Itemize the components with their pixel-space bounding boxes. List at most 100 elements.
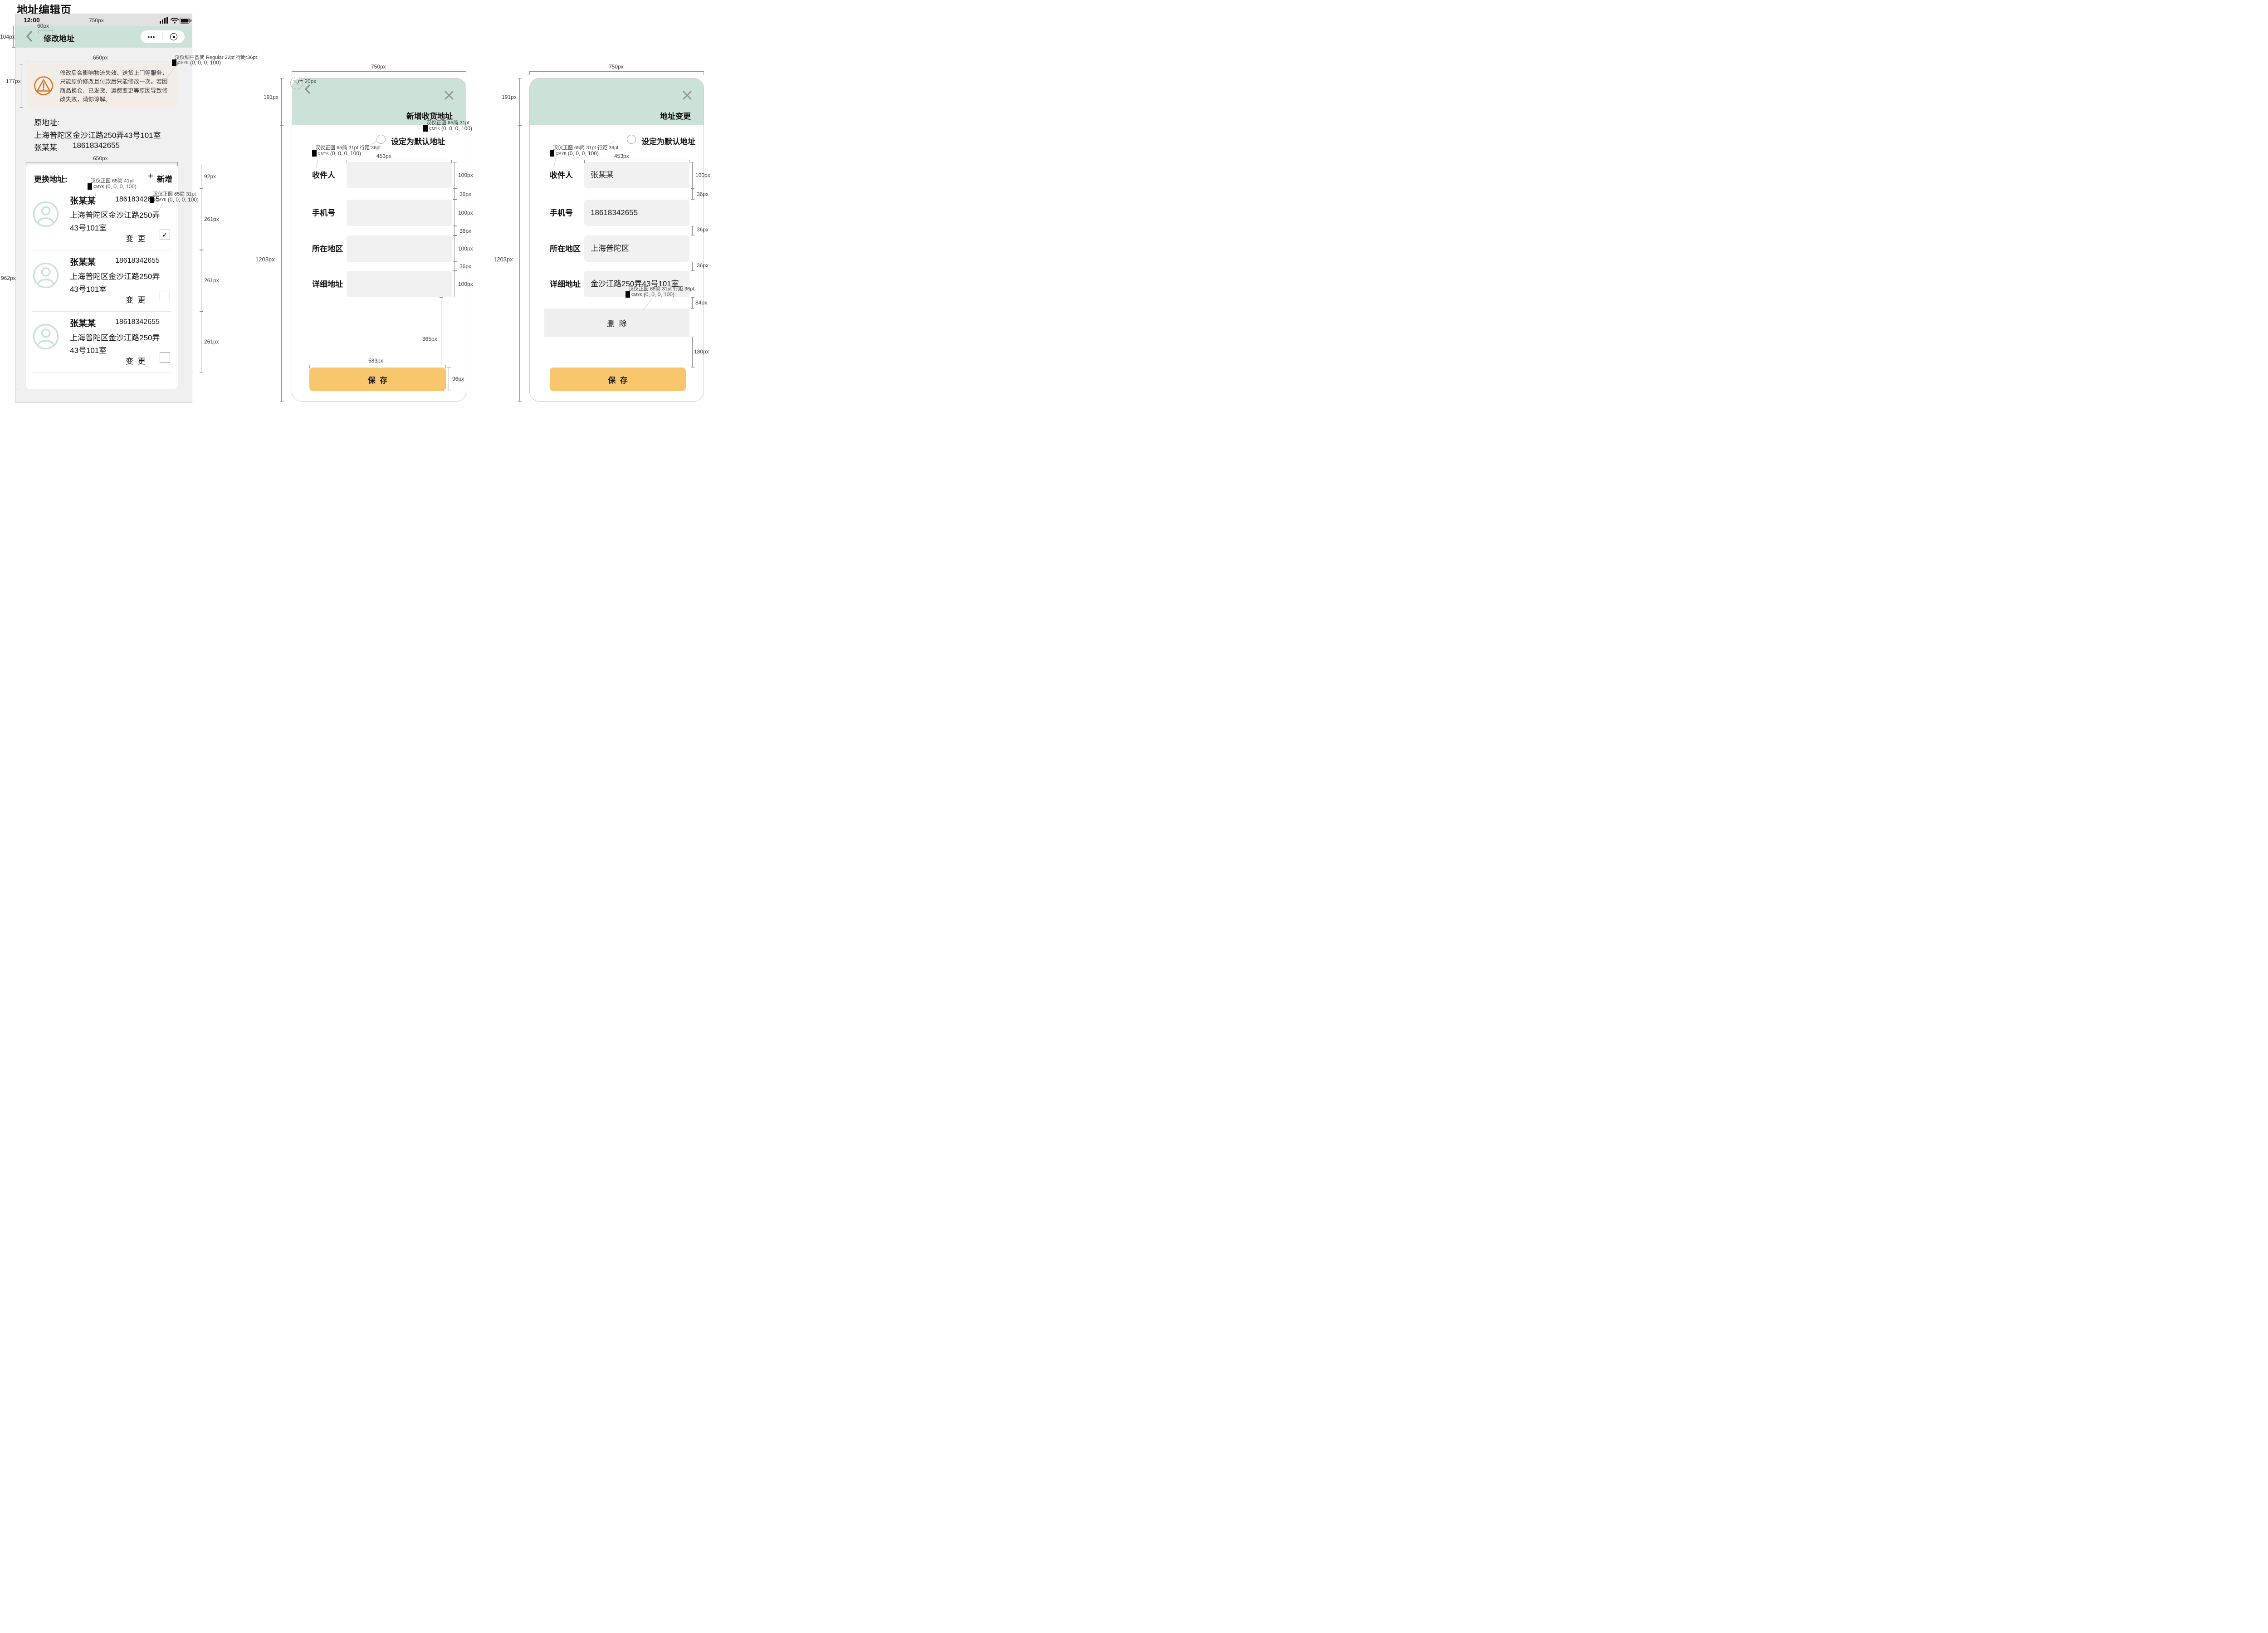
cmyk-annotation: CMYK (0, 0, 0, 100) [172,59,221,66]
dim-label-261: 261px [204,277,219,284]
dim-label-750-middle: 750px [371,64,386,70]
field-label-phone: 手机号 [312,206,335,218]
region-input[interactable] [347,235,452,262]
cmyk-value: (0, 0, 0, 100) [644,291,675,298]
dim-label-650-mid: 650px [93,155,108,162]
color-swatch [150,196,154,203]
item-checkbox[interactable] [160,352,170,363]
dim-line-84 [692,297,693,309]
cmyk-value: (0, 0, 0, 100) [441,125,472,132]
dim-label-261: 261px [204,338,219,345]
original-address-label: 原地址: [34,116,59,128]
cmyk-value: (0, 0, 0, 100) [106,183,137,190]
original-address-line: 上海普陀区金沙江路250弄43号101室 [34,129,161,140]
more-menu-button[interactable]: ••• [141,30,162,43]
signal-icon [160,17,169,24]
nav-title: 修改地址 [44,32,74,44]
phone-input[interactable]: 18618342655 [584,200,689,226]
close-icon[interactable] [444,90,454,100]
dim-label-36: 36px [697,262,709,269]
avatar-icon [33,201,59,227]
dim-label-92: 92px [204,173,216,180]
dim-label-261: 261px [204,216,219,222]
field-label-region: 所在地区 [312,242,343,254]
cmyk-annotation: CMYK (0, 0, 0, 100) [550,150,599,157]
dim-label-84: 84px [695,299,707,306]
battery-icon [180,18,192,24]
cmyk-value: (0, 0, 0, 100) [568,150,599,157]
default-address-radio[interactable] [627,135,636,144]
item-phone: 18618342655 [115,257,160,265]
change-button[interactable]: 变 更 [126,294,145,305]
dim-line-191 [281,78,282,125]
recipient-input[interactable]: 张某某 [584,162,689,188]
item-name: 张某某 [70,317,96,329]
change-button[interactable]: 变 更 [126,232,145,244]
item-checkbox[interactable]: ✓ [160,230,170,240]
cmyk-label: CMYK [178,61,189,65]
warning-text: 修改后会影响物流失效、送货上门等服务，只能原价修改且付款后只能修改一次。若因商品… [60,69,172,104]
dim-line-1203 [281,125,282,402]
save-button[interactable]: 保 存 [309,368,446,391]
dim-label-365: 365px [422,336,437,342]
cmyk-label: CMYK [93,185,104,189]
recipient-input[interactable] [347,162,452,188]
field-label-detail-address: 详细地址 [550,278,581,289]
nav-title: 地址变更 [627,110,691,121]
color-swatch [423,125,428,132]
item-checkbox[interactable] [160,291,170,301]
dim-label-96: 96px [452,376,464,382]
color-swatch [312,150,317,157]
dim-label-36: 36px [459,191,471,197]
design-spec-sheet: 地址编辑页 12:00 750px 修改地址 ••• 60px 104px 65 [0,0,711,404]
dim-label-191: 191px [264,94,279,100]
item-name: 张某某 [70,255,96,268]
back-icon[interactable] [26,31,32,42]
dim-line-191 [519,78,520,125]
cmyk-label: CMYK [631,293,642,297]
dim-label-962: 962px [1,275,16,281]
color-swatch [88,183,92,190]
dim-label-453: 453px [614,153,629,159]
dim-label-453: 453px [376,153,391,159]
minimize-button[interactable] [163,30,185,43]
item-address-line1: 上海普陀区金沙江路250弄 [70,331,160,343]
dim-label-100: 100px [458,245,473,252]
default-address-radio[interactable] [376,135,386,144]
delete-button[interactable]: 删 除 [544,309,689,337]
item-address-line2: 43号101室 [70,344,107,355]
default-address-label: 设定为默认地址 [641,135,695,147]
cmyk-label: CMYK [156,198,166,202]
original-address-name: 张某某 [34,141,57,152]
input-value: 上海普陀区 [584,235,689,262]
warning-icon [34,76,54,96]
target-icon [170,33,177,40]
save-button[interactable]: 保 存 [550,368,686,391]
cmyk-annotation: CMYK (0, 0, 0, 100) [312,150,361,157]
cmyk-annotation: CMYK (0, 0, 0, 100) [88,183,137,190]
field-label-detail-address: 详细地址 [312,278,343,289]
input-value: 张某某 [584,162,689,188]
back-icon[interactable] [304,84,310,94]
dim-label-177: 177px [6,78,21,84]
dim-line-1203 [519,125,520,402]
dim-line-750-middle [292,71,466,72]
cmyk-label: CMYK [318,152,329,156]
change-button[interactable]: 变 更 [126,355,145,366]
plus-icon[interactable]: + [148,171,153,182]
region-input[interactable]: 上海普陀区 [584,235,689,262]
avatar-icon [33,324,59,350]
cmyk-value: (0, 0, 0, 100) [330,150,361,157]
close-icon[interactable] [682,90,692,100]
dim-line-36 [692,188,693,200]
dim-label-100: 100px [458,210,473,216]
detail-address-input[interactable] [347,271,452,297]
dim-label-36: 36px [697,226,709,233]
add-address-button[interactable]: 新增 [157,173,172,184]
dim-label-36: 36px [697,191,709,197]
dim-label-radius: r= 20px [298,78,316,84]
wifi-icon [171,18,179,24]
dim-label-750-right: 750px [609,64,624,70]
input-value: 18618342655 [584,200,689,226]
phone-input[interactable] [347,200,452,226]
